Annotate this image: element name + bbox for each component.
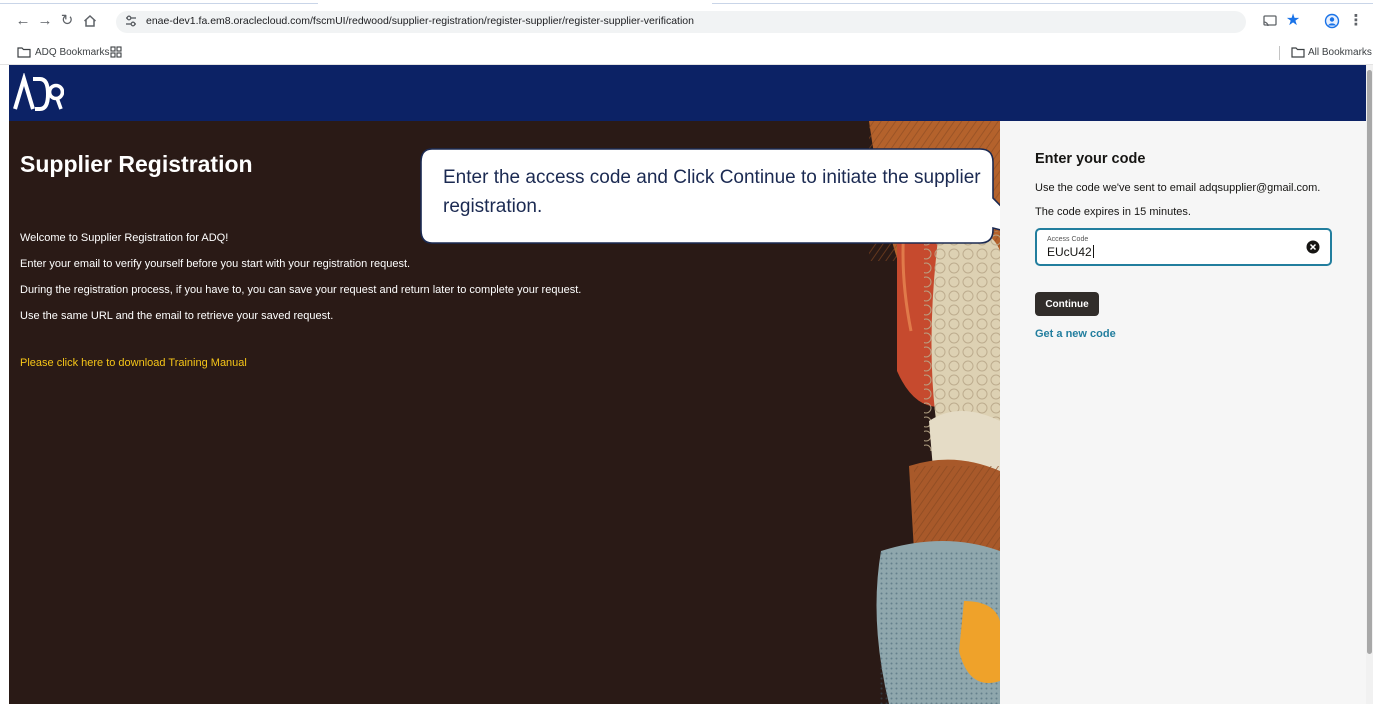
all-bookmarks-link[interactable]: All Bookmarks (1308, 47, 1372, 58)
text-caret (1092, 245, 1094, 258)
forward-icon[interactable]: → (37, 13, 53, 29)
site-settings-icon[interactable] (125, 15, 137, 28)
page-header (9, 65, 1366, 121)
panel-title: Enter your code (1035, 151, 1146, 167)
folder-icon[interactable] (17, 46, 31, 58)
bookmarks-bar (0, 42, 1373, 65)
home-icon[interactable] (82, 13, 98, 29)
code-sent-text: Use the code we've sent to email adqsupp… (1035, 182, 1321, 194)
access-code-value[interactable]: EUcU42 (1047, 245, 1092, 259)
scrollbar-thumb[interactable] (1367, 70, 1372, 654)
url-text: enae-dev1.fa.em8.oraclecloud.com/fscmUI/… (146, 15, 694, 27)
training-manual-link[interactable]: Please click here to download Training M… (20, 357, 247, 369)
continue-button[interactable]: Continue (1035, 292, 1099, 316)
instruction-text: During the registration process, if you … (20, 284, 582, 296)
profile-icon[interactable] (1324, 13, 1340, 29)
folder-icon[interactable] (1291, 46, 1305, 58)
apps-grid-icon[interactable] (109, 46, 123, 58)
reload-icon[interactable]: ↻ (59, 13, 75, 29)
screen: ← → ↻ enae-dev1.fa.em8.oraclecloud.com/f… (0, 0, 1373, 704)
bookmark-star-icon[interactable]: ★ (1285, 13, 1301, 29)
tab-strip (0, 0, 318, 4)
callout-text: Enter the access code and Click Continue… (443, 167, 981, 217)
welcome-text: Welcome to Supplier Registration for ADQ… (20, 232, 229, 244)
menu-icon[interactable]: ⋮ (1348, 13, 1364, 29)
page-title: Supplier Registration (20, 151, 253, 177)
adq-logo[interactable] (12, 73, 64, 113)
tab-strip (712, 0, 1373, 4)
get-new-code-link[interactable]: Get a new code (1035, 328, 1116, 340)
clear-icon[interactable] (1306, 240, 1320, 254)
back-icon[interactable]: ← (15, 13, 31, 29)
code-expiry-text: The code expires in 15 minutes. (1035, 206, 1191, 218)
instruction-text: Enter your email to verify yourself befo… (20, 258, 411, 270)
cast-icon[interactable] (1262, 13, 1278, 29)
instruction-text: Use the same URL and the email to retrie… (20, 310, 334, 322)
bookmark-folder-adq[interactable]: ADQ Bookmarks (35, 47, 109, 58)
bookmarks-divider (1279, 46, 1280, 60)
access-code-label: Access Code (1047, 236, 1089, 243)
